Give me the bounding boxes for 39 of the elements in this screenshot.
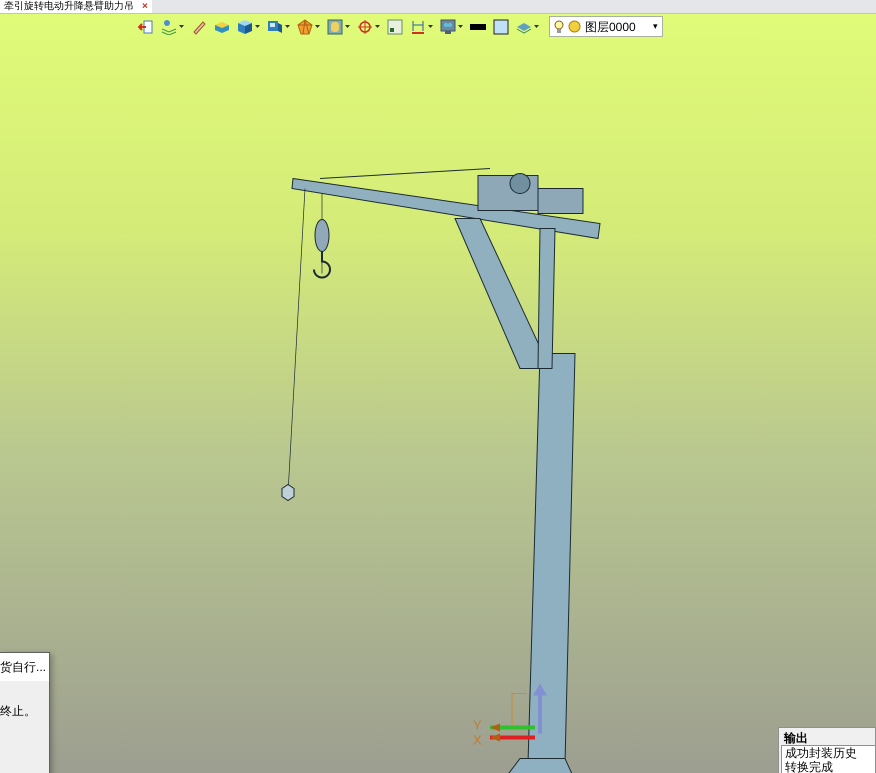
dropdown-caret-icon [375, 25, 380, 28]
tab-close-button[interactable]: × [142, 0, 148, 12]
dropdown-caret-icon [315, 25, 320, 28]
dropdown-caret-icon [179, 25, 184, 28]
dropdown-caret-icon [458, 25, 463, 28]
exit-icon [138, 18, 154, 34]
pen-icon [191, 18, 207, 34]
monitor-icon [440, 18, 456, 34]
dropdown-caret-icon [285, 25, 290, 28]
document-tab[interactable]: 牵引旋转电动升降悬臂助力吊 × [0, 0, 152, 13]
layers-icon [161, 18, 177, 34]
toolbar-button[interactable] [439, 18, 464, 36]
toolbar-button[interactable] [236, 18, 261, 36]
dialog-title: 货自行... [0, 659, 46, 676]
output-line: 成功封装历史 [785, 746, 858, 760]
dimension-icon [410, 18, 426, 34]
output-title: 输出 [784, 731, 809, 745]
toolbar-button[interactable] [492, 18, 510, 36]
layer-select[interactable]: 图层0000 ▾ [549, 16, 663, 37]
lightbulb-icon [554, 20, 564, 34]
dropdown-caret-icon [534, 25, 539, 28]
dropdown-caret-icon [345, 25, 350, 28]
crosshair-icon [357, 18, 373, 34]
layer-name: 图层0000 [585, 18, 637, 36]
tab-title: 牵引旋转电动升降悬臂助力吊 [4, 0, 134, 12]
cube-icon [267, 18, 283, 34]
dropdown-caret-icon [428, 25, 433, 28]
line-weight-icon [470, 24, 486, 30]
cube-icon [237, 18, 253, 34]
output-line: 转换完成 [785, 760, 834, 773]
dropdown-caret-icon [255, 25, 260, 28]
frame-icon [327, 18, 343, 34]
polygon-icon [297, 18, 313, 34]
dialog-message: 终止。 [0, 703, 37, 720]
caret-icon: ▾ [653, 20, 658, 34]
axis-triad-drawing: Y X [473, 684, 547, 748]
window-icon [387, 18, 403, 34]
fill-color-icon [493, 18, 509, 34]
toolbar-button[interactable] [326, 18, 351, 36]
